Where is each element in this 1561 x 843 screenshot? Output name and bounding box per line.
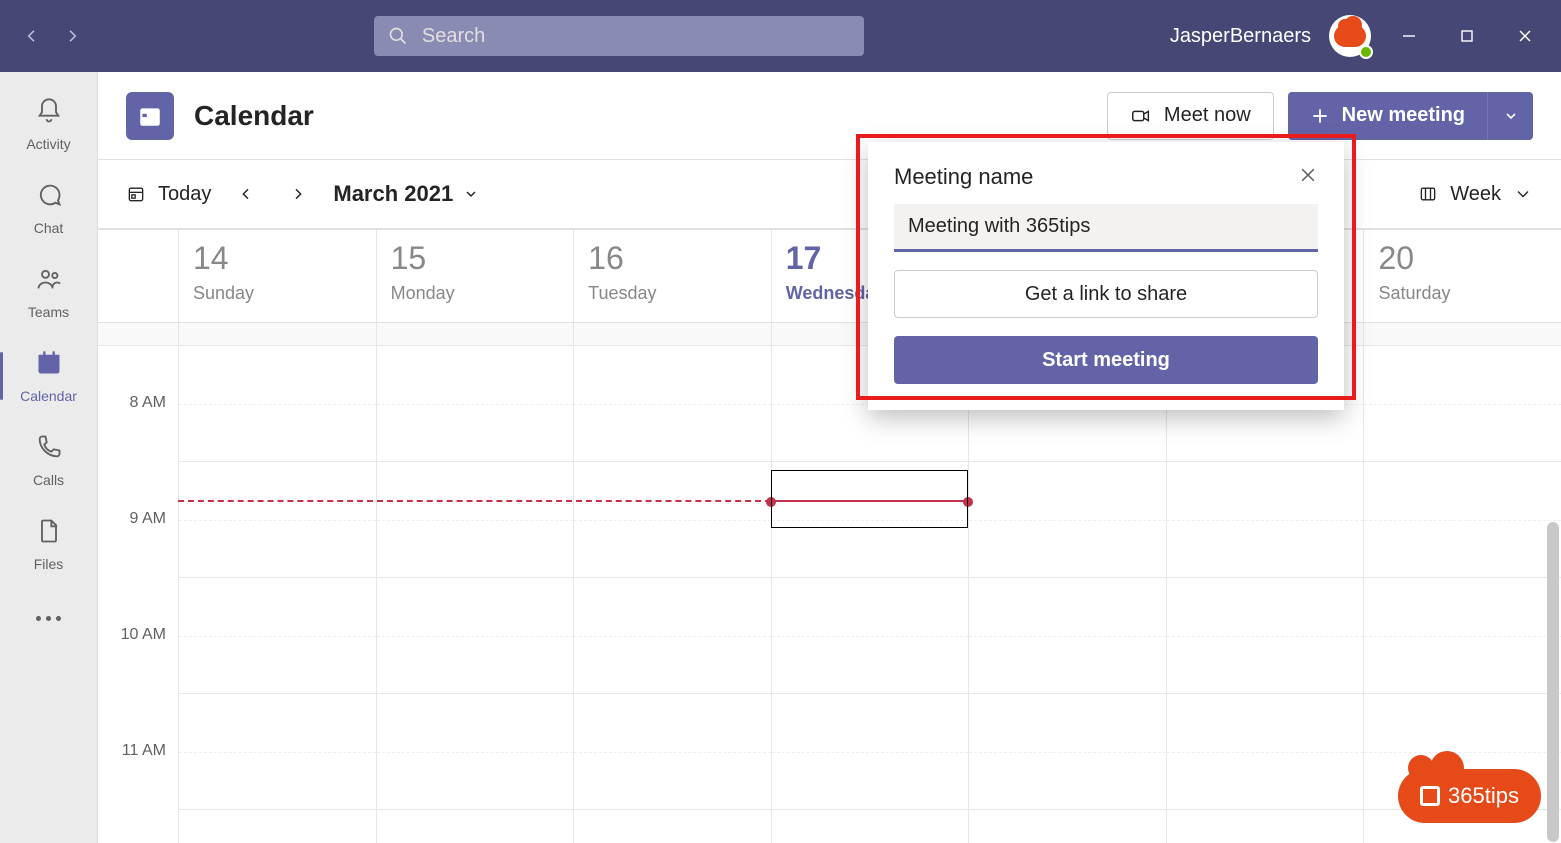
hour-label: 8 AM [98,404,178,520]
search-icon [388,26,408,51]
rail-item-files[interactable]: Files [0,502,97,586]
meet-now-button[interactable]: Meet now [1107,92,1274,140]
week-view-icon [1418,184,1438,204]
get-link-button[interactable]: Get a link to share [894,270,1318,318]
hour-label: 10 AM [98,636,178,752]
today-button[interactable]: Today [126,183,211,206]
calendar-content: Calendar Meet now New meeting Today [98,72,1561,843]
watermark-logo: 365tips [1398,769,1541,823]
rail-item-calls[interactable]: Calls [0,418,97,502]
username: JasperBernaers [1170,25,1311,48]
calendar-grid[interactable]: 8 AM9 AM10 AM11 AM [98,346,1561,843]
rail-more[interactable] [0,594,97,642]
meet-now-popup: Meeting name Get a link to share Start m… [868,142,1344,410]
hour-label: 11 AM [98,752,178,843]
rail-item-chat[interactable]: Chat [0,166,97,250]
calendar-app-icon [126,92,174,140]
chevron-down-icon [1513,184,1533,204]
plus-icon [1310,106,1330,126]
day-column[interactable] [968,346,1166,843]
page-title: Calendar [194,100,314,132]
file-icon [35,517,63,550]
avatar[interactable] [1329,15,1371,57]
all-day-cell[interactable] [573,323,771,345]
chevron-down-icon [463,186,479,202]
all-day-cell[interactable] [178,323,376,345]
teams-icon [35,265,63,298]
app-rail: Activity Chat Teams Calendar Calls Files [0,72,98,843]
day-column[interactable] [178,346,376,843]
back-button[interactable] [24,28,40,44]
time-selection[interactable] [771,470,969,528]
day-column[interactable] [771,346,969,843]
day-header[interactable]: 14Sunday [178,230,376,322]
popup-close-button[interactable] [1298,165,1318,190]
day-header[interactable]: 15Monday [376,230,574,322]
new-meeting-dropdown[interactable] [1487,92,1533,140]
day-header[interactable]: 16Tuesday [573,230,771,322]
day-column[interactable] [1166,346,1364,843]
bell-icon [35,97,63,130]
chevron-down-icon [1503,108,1519,124]
search-input[interactable] [374,16,864,56]
rail-item-activity[interactable]: Activity [0,82,97,166]
phone-icon [35,433,63,466]
scrollbar[interactable] [1547,522,1559,842]
day-column[interactable] [573,346,771,843]
day-header[interactable]: 20Saturday [1363,230,1561,322]
rail-item-calendar[interactable]: Calendar [0,334,97,418]
titlebar: JasperBernaers [0,0,1561,72]
all-day-cell[interactable] [376,323,574,345]
new-meeting-button[interactable]: New meeting [1288,92,1487,140]
close-button[interactable] [1505,16,1545,56]
view-switcher[interactable]: Week [1418,183,1533,206]
day-column[interactable] [376,346,574,843]
prev-week-button[interactable] [229,177,263,211]
chat-icon [35,181,63,214]
meeting-name-input[interactable] [894,204,1318,252]
maximize-button[interactable] [1447,16,1487,56]
forward-button[interactable] [64,28,80,44]
presence-available-icon [1359,45,1373,59]
all-day-cell[interactable] [1363,323,1561,345]
today-icon [126,184,146,204]
next-week-button[interactable] [281,177,315,211]
month-picker[interactable]: March 2021 [333,181,479,207]
hour-label: 9 AM [98,520,178,636]
rail-item-teams[interactable]: Teams [0,250,97,334]
minimize-button[interactable] [1389,16,1429,56]
video-icon [1130,105,1152,127]
popup-title: Meeting name [894,164,1033,190]
start-meeting-button[interactable]: Start meeting [894,336,1318,384]
calendar-icon [35,349,63,382]
